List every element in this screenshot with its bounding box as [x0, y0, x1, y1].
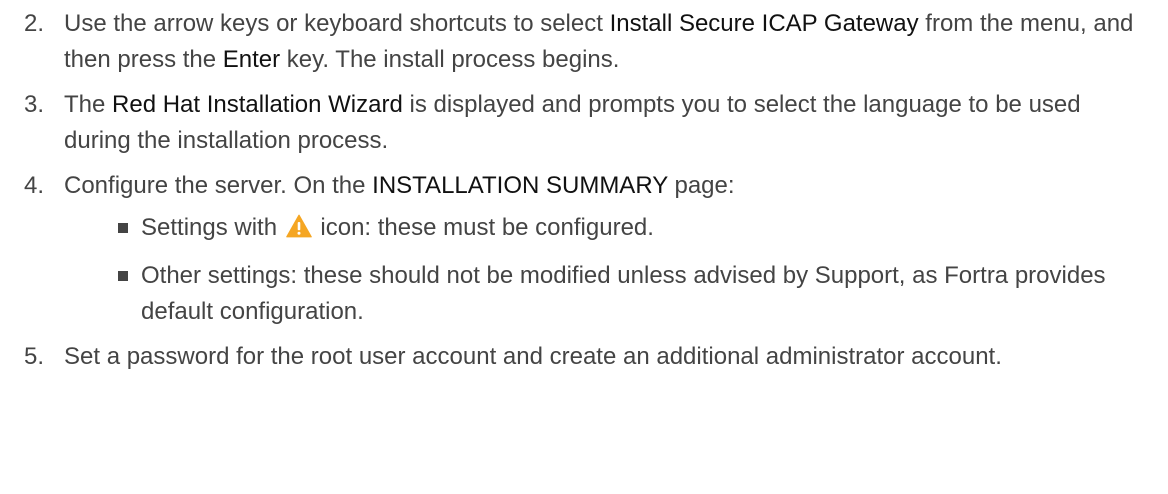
step-3: 3. The Red Hat Installation Wizard is di… — [0, 87, 1168, 159]
square-bullet — [118, 223, 128, 233]
page-name: INSTALLATION SUMMARY — [372, 172, 668, 199]
subitem-required-settings: Settings with icon: these must be config… — [64, 210, 1144, 249]
key-name: Enter — [222, 46, 281, 73]
wizard-name: Red Hat Installation Wizard — [112, 91, 403, 118]
square-bullet — [118, 271, 128, 281]
step-number: 4. — [24, 172, 45, 199]
step-number: 2. — [24, 10, 45, 37]
subitem-other-settings: Other settings: these should not be modi… — [64, 258, 1144, 330]
warning-icon — [285, 213, 312, 249]
step-text: Use the arrow keys or keyboard shortcuts… — [64, 10, 1134, 73]
step-number: 5. — [24, 343, 45, 370]
step-number: 3. — [24, 91, 45, 118]
step-text: Configure the server. On the INSTALLATIO… — [64, 172, 735, 199]
step-text: Set a password for the root user account… — [64, 343, 1002, 370]
step-4: 4. Configure the server. On the INSTALLA… — [0, 168, 1168, 330]
step-4-subitems: Settings with icon: these must be config… — [64, 210, 1144, 330]
step-5: 5. Set a password for the root user acco… — [0, 339, 1168, 375]
procedure-steps: 2. Use the arrow keys or keyboard shortc… — [0, 0, 1168, 375]
step-2: 2. Use the arrow keys or keyboard shortc… — [0, 6, 1168, 78]
menu-item-name: Install Secure ICAP Gateway — [609, 10, 919, 37]
step-text: The Red Hat Installation Wizard is displ… — [64, 91, 1081, 154]
